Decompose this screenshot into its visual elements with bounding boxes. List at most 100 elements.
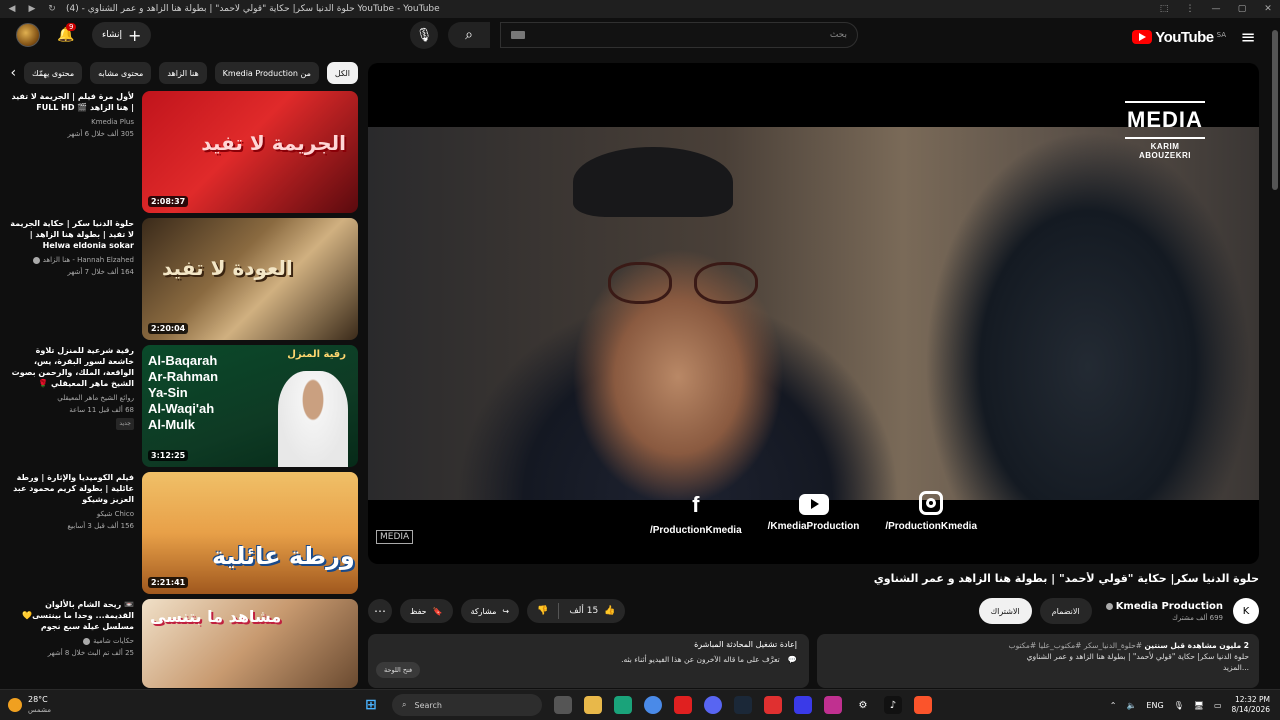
channel-name[interactable]: حكايات شامية (10, 635, 134, 647)
more-actions-button[interactable]: ⋯ (368, 599, 392, 623)
channel-avatar[interactable]: K (1233, 598, 1259, 624)
chevron-left-icon[interactable]: ‹ (10, 65, 16, 81)
chip-hana-elzahed[interactable]: هنا الزاهد (159, 62, 207, 84)
microphone-tray-icon[interactable]: 🎙 (1174, 701, 1184, 710)
video-thumbnail[interactable]: العودة لا تفيد 2:20:04 (142, 218, 358, 340)
search-button[interactable]: ⌕ (448, 22, 490, 48)
chip-for-you[interactable]: محتوى يهمّك (24, 62, 83, 84)
thumbnail-text: العودة لا تفيد (162, 256, 293, 280)
page-scrollbar[interactable] (1272, 30, 1278, 190)
list-item[interactable]: ورطة عائلية 2:21:41 فيلم الكوميديا والإث… (10, 472, 358, 594)
chrome-icon[interactable] (644, 696, 662, 714)
video-title[interactable]: حلوة الدنيا سكر | حكاية الجريمة لا تفيد … (10, 218, 134, 251)
channel-text: روائع الشيخ ماهر المعيقلي (57, 394, 134, 402)
bookmark-icon: 🔖 (432, 606, 443, 616)
chat-replay-subtitle: تعرَّف على ما قاله الآخرون عن هذا الفيدي… (621, 655, 780, 664)
channel-name[interactable]: روائع الشيخ ماهر المعيقلي (10, 392, 134, 404)
reload-icon[interactable]: ↻ (46, 3, 58, 15)
open-panel-button[interactable]: فتح اللوحة (376, 662, 421, 678)
chip-all[interactable]: الكل (326, 62, 358, 84)
discord-icon[interactable] (704, 696, 722, 714)
menu-dots-icon[interactable]: ⋮ (1184, 3, 1196, 15)
list-item[interactable]: Al-Baqarah Ar-Rahman Ya-Sin Al-Waqi'ah A… (10, 345, 358, 467)
notifications-button[interactable]: 🔔 9 (56, 23, 77, 43)
create-button[interactable]: + إنشاء (92, 22, 152, 48)
list-item[interactable]: الجريمة لا تفيد 2:08:37 لأول مرة فيلم | … (10, 91, 358, 213)
extensions-icon[interactable]: ⬚ (1158, 3, 1170, 15)
like-button[interactable]: 👍 15 ألف (559, 599, 625, 623)
show-more-link[interactable]: ...المزيد (827, 662, 1249, 673)
video-thumbnail[interactable]: Al-Baqarah Ar-Rahman Ya-Sin Al-Waqi'ah A… (142, 345, 358, 467)
video-title[interactable]: 📼 ريحة الشام بالألوان القديمة... وحدا ما… (10, 599, 134, 632)
maximize-icon[interactable]: ▢ (1236, 3, 1248, 15)
microphone-icon: 🎙 (415, 27, 433, 43)
task-view-icon[interactable] (554, 696, 572, 714)
hamburger-menu-icon[interactable]: ≡ (1230, 19, 1266, 55)
thumbnail-text: رقية المنزل (287, 349, 346, 360)
capcut-icon[interactable] (794, 696, 812, 714)
steam-icon[interactable] (734, 696, 752, 714)
brave-icon[interactable] (914, 696, 932, 714)
video-frame[interactable] (368, 127, 1259, 500)
video-title[interactable]: رقية شرعية للمنزل تلاوة خاشعة لسور البقر… (10, 345, 134, 389)
video-title[interactable]: فيلم الكوميديا والإثارة | ورطة عائلية | … (10, 472, 134, 505)
youtube-app-icon[interactable] (674, 696, 692, 714)
like-divider (558, 603, 560, 619)
clock[interactable]: 12:32 PM 8/14/2026 (1232, 695, 1270, 715)
settings-gear-icon[interactable]: ⚙ (854, 696, 872, 714)
taskbar-search[interactable]: ⌕ Search (392, 694, 542, 716)
subscribe-button[interactable]: الاشتراك (978, 598, 1032, 624)
join-button[interactable]: الانضمام (1039, 598, 1092, 624)
video-title[interactable]: لأول مرة فيلم | الجريمة لا تفيد | هنا ال… (10, 91, 134, 113)
list-item[interactable]: مشاهد ما بتنسى 📼 ريحة الشام بالألوان الق… (10, 599, 358, 688)
list-item[interactable]: العودة لا تفيد 2:20:04 حلوة الدنيا سكر |… (10, 218, 358, 340)
masthead: ≡ YouTube SA بحث ⌕ 🎙 🔔 9 + إنشاء (0, 18, 1280, 56)
channel-name-link[interactable]: Kmedia Production (1105, 601, 1223, 612)
network-icon[interactable]: 🖥 (1194, 701, 1204, 710)
close-icon[interactable]: ✕ (1262, 3, 1274, 15)
weather-condition: مشمس (28, 706, 51, 714)
file-explorer-icon[interactable] (584, 696, 602, 714)
channel-name[interactable]: Chico شيكو (10, 508, 134, 520)
back-icon[interactable]: ◀ (6, 3, 18, 15)
save-button[interactable]: 🔖 حفظ (400, 599, 453, 623)
facebook-icon: f (692, 492, 700, 517)
chip-similar[interactable]: محتوى مشابه (90, 62, 152, 84)
battery-icon[interactable]: ▭ (1214, 701, 1222, 710)
channel-name[interactable]: Hannah Elzahed - هنا الزاهد (10, 254, 134, 266)
windows-start-icon[interactable]: ⊞ (362, 696, 380, 714)
video-stats: 305 ألف خلال 6 أشهر (67, 130, 134, 138)
channel-name[interactable]: Kmedia Plus (10, 116, 134, 128)
youtube-logo[interactable]: YouTube SA (1132, 29, 1226, 46)
share-button[interactable]: ↪ مشاركة (460, 599, 520, 623)
share-label: مشاركة (470, 606, 497, 616)
keyboard-icon[interactable] (511, 31, 525, 39)
forward-icon[interactable]: ▶ (26, 3, 38, 15)
store-icon[interactable] (614, 696, 632, 714)
video-thumbnail[interactable]: ورطة عائلية 2:21:41 (142, 472, 358, 594)
search-input[interactable]: بحث (500, 22, 858, 48)
description-box[interactable]: 2 مليون مشاهدة قبل سنتين #حلوة_الدنيا_سك… (817, 634, 1259, 688)
video-thumbnail[interactable]: مشاهد ما بتنسى (142, 599, 358, 688)
weather-widget[interactable]: 28°C مشمس (8, 695, 208, 715)
system-tray: ⌃ 🔈 ENG 🎙 🖥 ▭ 12:32 PM 8/14/2026 (1110, 695, 1270, 715)
thumbnail-text: ورطة عائلية (212, 542, 355, 570)
social-handle: /ProductionKmedia (649, 525, 742, 536)
language-indicator[interactable]: ENG (1146, 701, 1163, 710)
account-avatar[interactable] (16, 23, 40, 47)
tray-chevron-icon[interactable]: ⌃ (1110, 701, 1117, 710)
chip-from-channel[interactable]: من Kmedia Production (214, 62, 319, 84)
dislike-button[interactable]: 👎 (527, 599, 558, 623)
tiktok-icon[interactable]: ♪ (884, 696, 902, 714)
voice-search-button[interactable]: 🎙 (410, 21, 438, 49)
hashtags[interactable]: #حلوة_الدنيا_سكر #مكتوب_عليا #مكتوب (1009, 641, 1143, 650)
minimize-icon[interactable]: — (1210, 3, 1222, 15)
video-player[interactable]: MEDIA KARIM ABOUZEKRI MEDIA f /Productio… (368, 63, 1259, 564)
search-area: بحث ⌕ 🎙 (410, 21, 858, 49)
netflix-icon[interactable] (764, 696, 782, 714)
instagram-app-icon[interactable] (824, 696, 842, 714)
video-thumbnail[interactable]: الجريمة لا تفيد 2:08:37 (142, 91, 358, 213)
volume-icon[interactable]: 🔈 (1126, 701, 1136, 710)
video-stats: 25 ألف تم البث خلال 8 أشهر (47, 649, 134, 657)
verified-icon (1105, 602, 1113, 610)
